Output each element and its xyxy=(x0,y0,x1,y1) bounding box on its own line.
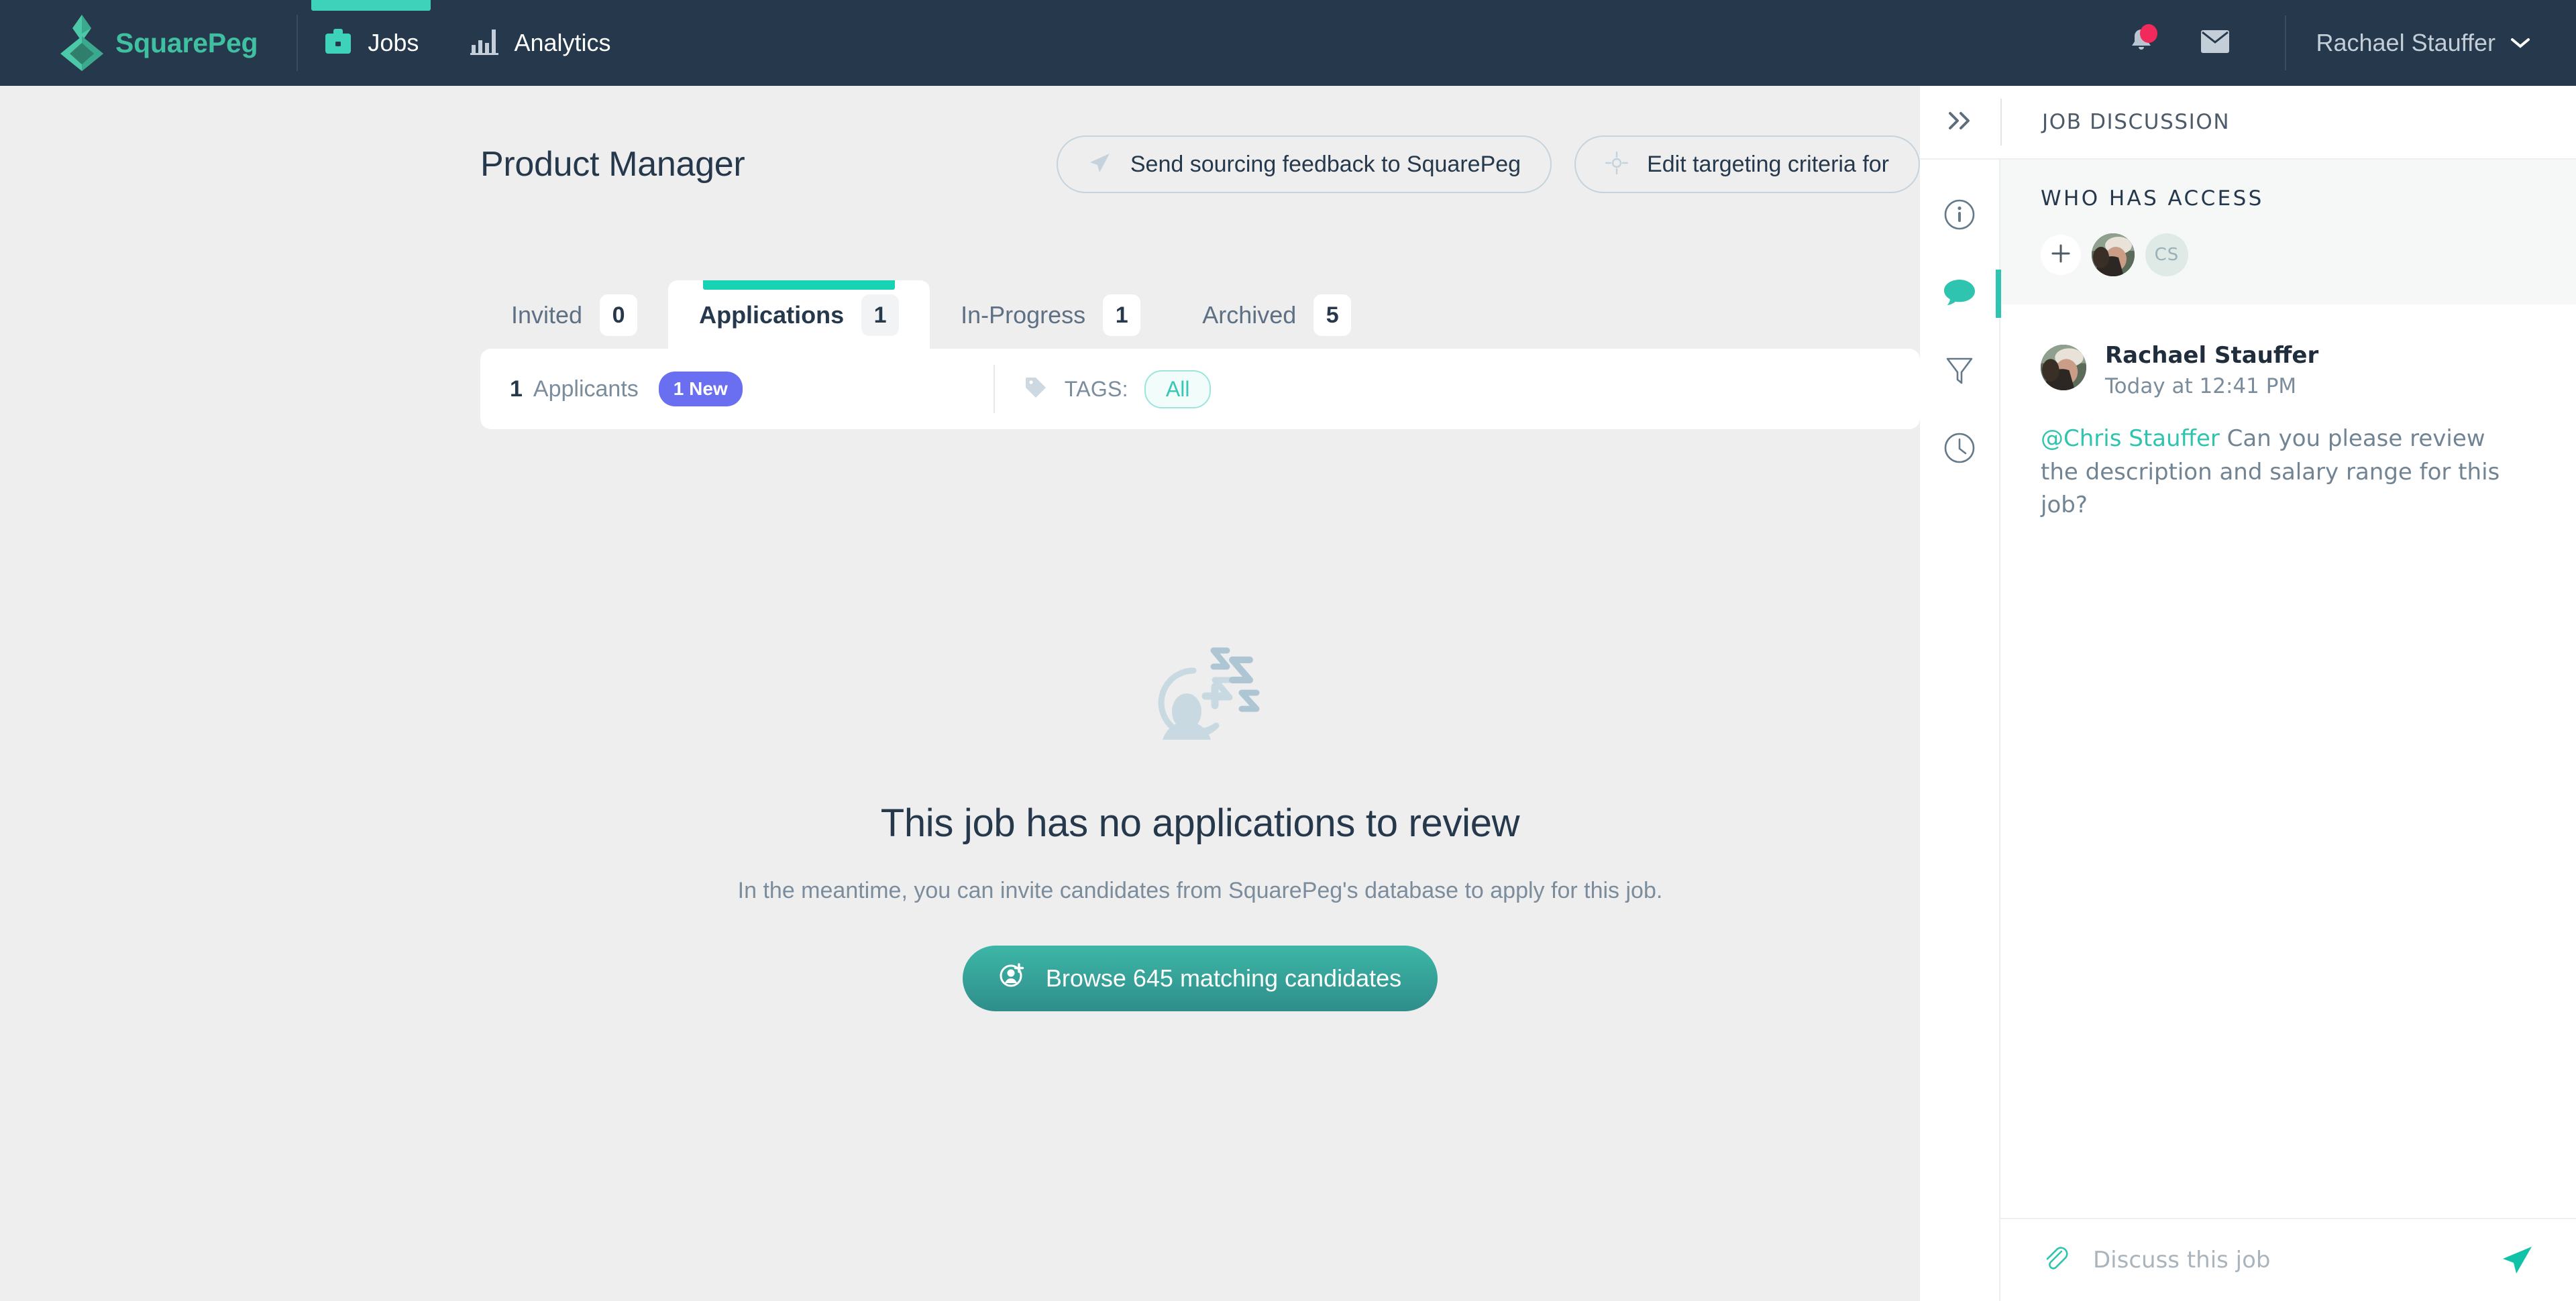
nav-item-analytics[interactable]: Analytics xyxy=(444,0,636,86)
tab-archived-label: Archived xyxy=(1202,301,1297,329)
who-has-access-section: WHO HAS ACCESS CS xyxy=(2000,160,2576,304)
main-content-area: Product Manager Send sourcing feedback t… xyxy=(0,86,1920,1301)
panel-body: WHO HAS ACCESS CS Rachael Stauffer Today… xyxy=(1920,160,2576,1301)
bar-chart-icon xyxy=(470,27,499,59)
tag-chip-all[interactable]: All xyxy=(1144,370,1212,408)
plus-icon xyxy=(2049,242,2072,268)
info-circle-icon xyxy=(1943,199,1976,233)
avatar-chris-stauffer[interactable]: CS xyxy=(2145,233,2188,276)
panel-header: JOB DISCUSSION xyxy=(1920,86,2576,160)
nav-item-analytics-label: Analytics xyxy=(514,29,611,56)
message-mention[interactable]: @Chris Stauffer xyxy=(2041,425,2220,452)
sleeping-candidate-icon xyxy=(1120,642,1281,763)
header-actions: Send sourcing feedback to SquarePeg Edit… xyxy=(1056,135,1920,193)
rail-item-pipeline[interactable] xyxy=(1919,333,2000,410)
send-sourcing-feedback-button[interactable]: Send sourcing feedback to SquarePeg xyxy=(1056,135,1552,193)
tab-archived[interactable]: Archived 5 xyxy=(1171,280,1382,350)
message-meta: Rachael Stauffer Today at 12:41 PM xyxy=(2105,342,2318,398)
panel-icon-rail xyxy=(1919,160,2001,1301)
top-navigation-bar: SquarePeg Jobs Analytics Rachael Stauffe… xyxy=(0,0,2576,86)
nav-items: Jobs Analytics xyxy=(298,0,636,86)
comment-bubble-icon xyxy=(1943,277,1976,310)
tags-label: TAGS: xyxy=(1064,376,1128,401)
squarepeg-diamond-logo-icon xyxy=(59,13,105,72)
rail-item-discussion[interactable] xyxy=(1919,255,2001,333)
rail-item-details[interactable] xyxy=(1919,177,2000,255)
tab-applications-count: 1 xyxy=(861,294,900,336)
nav-right-group: Rachael Stauffer xyxy=(2093,15,2530,70)
brand-name: SquarePeg xyxy=(115,27,258,58)
tag-icon xyxy=(1023,375,1049,404)
double-chevron-right-icon xyxy=(1945,109,1976,135)
collapse-panel-button[interactable] xyxy=(1920,85,2000,159)
access-avatars: CS xyxy=(2041,233,2576,276)
add-person-icon xyxy=(999,962,1026,995)
applicants-summary: 1 Applicants 1 New xyxy=(510,372,743,406)
tab-in-progress[interactable]: In-Progress 1 xyxy=(930,280,1171,350)
filter-divider xyxy=(993,365,995,413)
messages-button[interactable] xyxy=(2190,17,2241,68)
add-member-button[interactable] xyxy=(2041,235,2081,275)
panel-header-divider xyxy=(2000,99,2002,146)
send-message-button[interactable] xyxy=(2496,1239,2538,1282)
paperclip-icon[interactable] xyxy=(2041,1244,2070,1276)
page-header: Product Manager Send sourcing feedback t… xyxy=(480,127,1920,201)
browse-matching-candidates-label: Browse 645 matching candidates xyxy=(1045,964,1402,992)
edit-targeting-criteria-button[interactable]: Edit targeting criteria for xyxy=(1574,135,1920,193)
panel-title: JOB DISCUSSION xyxy=(2042,110,2231,134)
message-body: @Chris Stauffer Can you please review th… xyxy=(2041,422,2517,522)
new-applicants-badge[interactable]: 1 New xyxy=(658,372,743,406)
empty-state: This job has no applications to review I… xyxy=(480,642,1920,1011)
job-discussion-panel: JOB DISCUSSION WHO HAS ACCESS CS Rachael… xyxy=(1920,86,2576,1301)
tab-in-progress-count: 1 xyxy=(1103,294,1141,336)
avatar-rachael-stauffer[interactable] xyxy=(2092,233,2135,276)
message-author-name: Rachael Stauffer xyxy=(2105,342,2319,369)
notifications-button[interactable] xyxy=(2116,17,2167,68)
message-timestamp: Today at 12:41 PM xyxy=(2105,374,2297,398)
tags-filter: TAGS: All xyxy=(1023,370,1212,408)
page-title: Product Manager xyxy=(480,145,745,184)
funnel-icon xyxy=(1944,354,1975,389)
empty-state-subtitle: In the meantime, you can invite candidat… xyxy=(737,878,1663,903)
notification-badge xyxy=(2140,24,2158,43)
nav-item-jobs[interactable]: Jobs xyxy=(298,0,444,86)
nav-right-divider xyxy=(2285,15,2287,70)
edit-targeting-criteria-label: Edit targeting criteria for xyxy=(1647,151,1889,177)
send-sourcing-feedback-label: Send sourcing feedback to SquarePeg xyxy=(1130,151,1521,177)
browse-matching-candidates-button[interactable]: Browse 645 matching candidates xyxy=(962,946,1438,1011)
clock-icon xyxy=(1943,432,1976,467)
rail-item-history[interactable] xyxy=(1919,410,2000,488)
tab-invited-count: 0 xyxy=(600,294,638,336)
tab-invited[interactable]: Invited 0 xyxy=(480,280,668,350)
panel-content: WHO HAS ACCESS CS Rachael Stauffer Today… xyxy=(2000,160,2576,1301)
brand-logo-group[interactable]: SquarePeg xyxy=(59,13,258,72)
tab-applications[interactable]: Applications 1 xyxy=(668,280,930,350)
applicants-count: 1 xyxy=(510,376,523,402)
envelope-icon xyxy=(2200,30,2230,57)
target-icon xyxy=(1605,151,1629,178)
message-author-avatar xyxy=(2041,345,2086,390)
applicants-label: Applicants xyxy=(533,376,639,402)
tab-invited-label: Invited xyxy=(511,301,583,329)
chevron-down-icon xyxy=(2510,37,2530,49)
discuss-this-job-input[interactable] xyxy=(2093,1247,2496,1274)
nav-item-jobs-label: Jobs xyxy=(368,29,419,56)
pipeline-tabs: Invited 0 Applications 1 In-Progress 1 A… xyxy=(480,280,1382,350)
tab-applications-label: Applications xyxy=(699,301,845,329)
user-name: Rachael Stauffer xyxy=(2316,29,2496,56)
empty-state-title: This job has no applications to review xyxy=(880,801,1520,845)
message-header: Rachael Stauffer Today at 12:41 PM xyxy=(2041,342,2538,398)
tab-in-progress-label: In-Progress xyxy=(961,301,1086,329)
paper-plane-icon xyxy=(1087,151,1112,178)
filter-bar: 1 Applicants 1 New TAGS: All xyxy=(480,349,1920,429)
message-composer xyxy=(2000,1218,2576,1301)
who-has-access-title: WHO HAS ACCESS xyxy=(2041,186,2264,211)
message-item: Rachael Stauffer Today at 12:41 PM @Chri… xyxy=(2041,342,2538,522)
discussion-messages: Rachael Stauffer Today at 12:41 PM @Chri… xyxy=(2000,304,2576,1218)
tab-archived-count: 5 xyxy=(1313,294,1352,336)
user-menu[interactable]: Rachael Stauffer xyxy=(2316,17,2530,68)
briefcase-icon xyxy=(323,27,353,59)
